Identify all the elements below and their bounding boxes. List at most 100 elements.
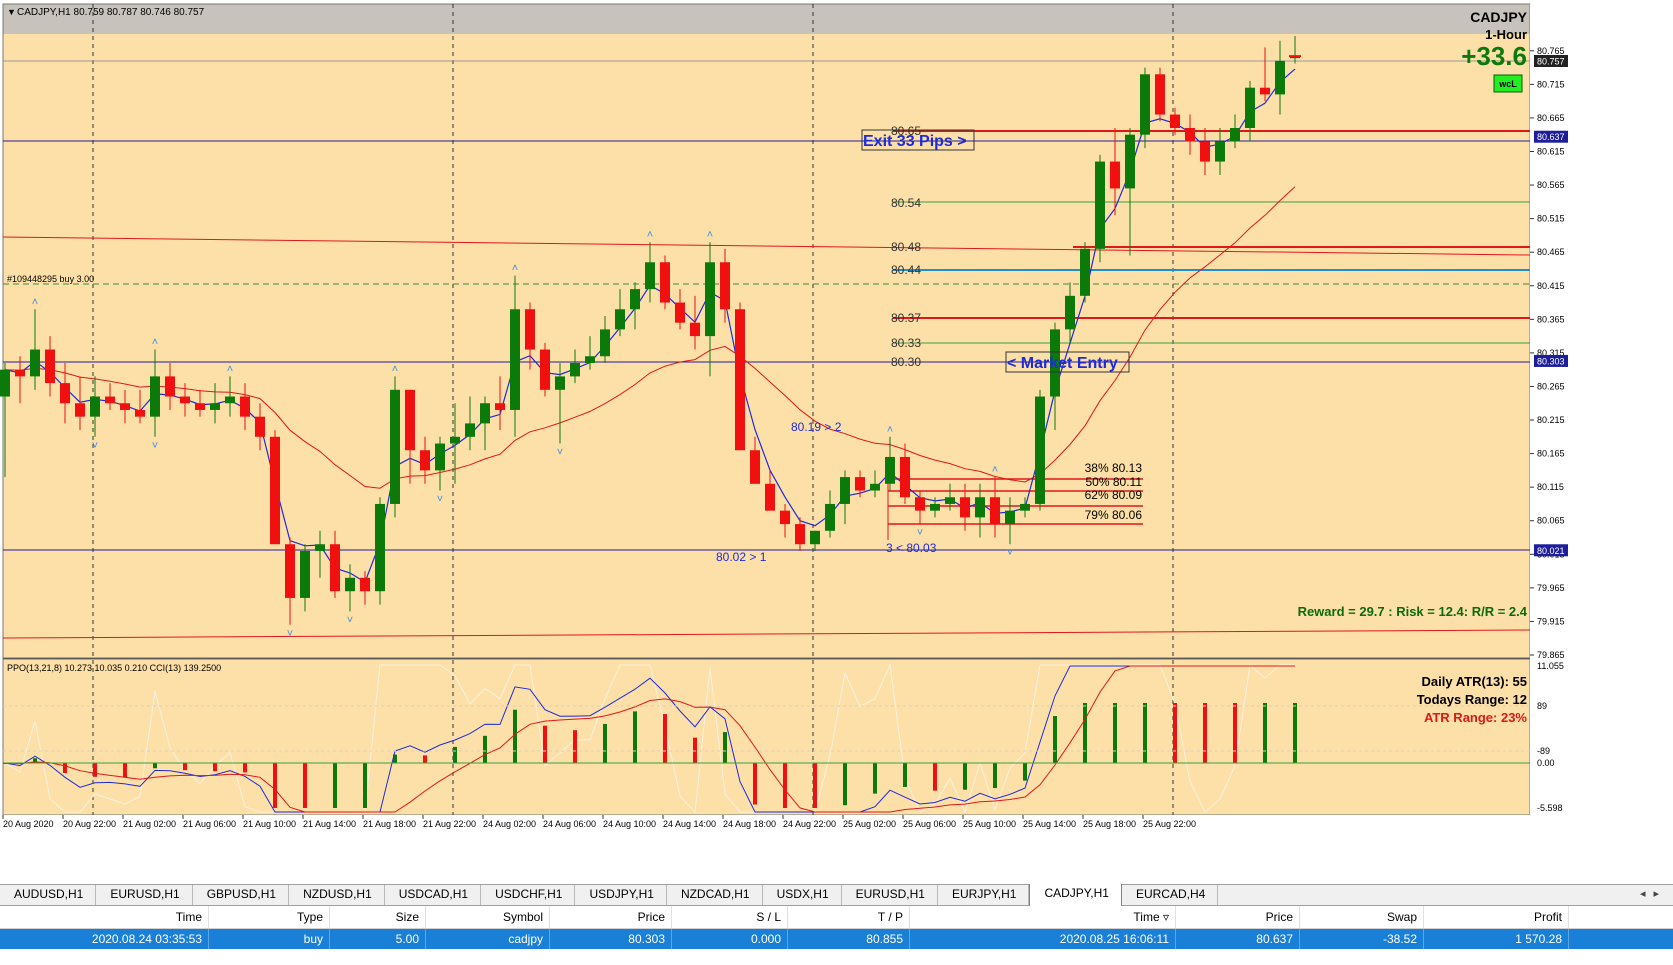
time-tick-label: 21 Aug 22:00	[423, 819, 476, 829]
chart-tab[interactable]: GBPUSD,H1	[193, 885, 290, 905]
candle-bear	[1260, 87, 1270, 95]
fractal-down-icon: ˅	[347, 614, 353, 626]
fractal-down-icon: ˅	[437, 494, 443, 506]
histogram-bar	[483, 735, 487, 763]
candle-bear	[285, 544, 295, 598]
trade-cell: 80.855	[788, 929, 910, 949]
candle-bear	[180, 396, 190, 404]
fractal-down-icon: ˅	[1007, 547, 1013, 559]
fractal-up-icon: ˄	[707, 229, 713, 241]
column-header[interactable]: S / L	[672, 906, 788, 928]
histogram-bar	[1023, 763, 1027, 781]
histogram-bar	[453, 746, 457, 763]
candle-bull	[510, 309, 520, 410]
chart-tab[interactable]: USDCAD,H1	[385, 885, 482, 905]
chart-menu-arrow-icon[interactable]: ▼	[7, 7, 16, 17]
swing-low-label: 80.02 > 1	[716, 550, 767, 564]
chart-top-band	[3, 4, 1530, 34]
price-tick-label: 79.965	[1537, 583, 1565, 593]
chart-tab[interactable]: USDCHF,H1	[481, 885, 576, 905]
chart-tab[interactable]: USDX,H1	[763, 885, 842, 905]
trade-row[interactable]: 2020.08.24 03:35:53 buy 5.00 cadjpy 80.303 0.…	[0, 929, 1673, 949]
tab-scroll-arrows-icon[interactable]: ◂▸	[1640, 887, 1667, 900]
candle-bull	[870, 483, 880, 491]
swing-low2-label: 3 < 80.03	[886, 541, 937, 555]
candle-bull	[975, 497, 985, 518]
chart-tab[interactable]: CADJPY,H1	[1029, 884, 1122, 908]
trade-cell: 0.000	[672, 929, 788, 949]
price-tick-label: 80.065	[1537, 516, 1565, 526]
candle-bear	[780, 510, 790, 525]
column-header[interactable]: Time	[0, 906, 209, 928]
candle-bear	[495, 403, 505, 410]
column-header[interactable]: Swap	[1300, 906, 1424, 928]
histogram-bar	[363, 763, 367, 808]
column-header[interactable]: Size	[330, 906, 426, 928]
histogram-bar	[1113, 703, 1117, 763]
histogram-bar	[783, 763, 787, 808]
candle-bull	[810, 530, 820, 545]
candle-bear	[1110, 161, 1120, 189]
pips-profit: +33.6	[1461, 41, 1527, 71]
candle-bear	[540, 349, 550, 390]
column-header[interactable]: T / P	[788, 906, 910, 928]
price-tag-label: 80.303	[1537, 356, 1565, 366]
candle-bull	[1140, 74, 1150, 135]
market-entry-label: < Market Entry	[1007, 355, 1118, 372]
chart-tab[interactable]: AUDUSD,H1	[0, 885, 97, 905]
column-header[interactable]: Price	[1176, 906, 1300, 928]
time-tick-label: 21 Aug 02:00	[123, 819, 176, 829]
price-tick-label: 80.765	[1537, 46, 1565, 56]
chart-tab[interactable]: NZDUSD,H1	[289, 885, 385, 905]
candle-bear	[855, 477, 865, 491]
candle-bull	[225, 396, 235, 404]
time-tick-label: 24 Aug 14:00	[663, 819, 716, 829]
candle-bull	[1215, 141, 1225, 162]
histogram-bar	[1263, 703, 1267, 763]
trade-cell: 5.00	[330, 929, 426, 949]
chart-tab[interactable]: EURUSD,H1	[842, 885, 938, 905]
chart-tab[interactable]: EURJPY,H1	[938, 885, 1030, 905]
candle-bull	[375, 503, 385, 592]
fractal-up-icon: ˄	[392, 363, 398, 375]
candle-bear	[960, 497, 970, 518]
fractal-up-icon: ˄	[887, 424, 893, 436]
fib-38-label: 38% 80.13	[1085, 461, 1143, 475]
price-label-80-54: 80.54	[891, 196, 921, 210]
histogram-bar	[243, 763, 247, 773]
histogram-bar	[723, 732, 727, 763]
candle-bear	[720, 262, 730, 310]
candle-bear	[1200, 141, 1210, 162]
column-header[interactable]: Price	[550, 906, 672, 928]
time-tick-label: 25 Aug 22:00	[1143, 819, 1196, 829]
indicator-tick-label: 11.055	[1537, 661, 1564, 671]
column-header[interactable]: Type	[209, 906, 330, 928]
candle-bear	[105, 396, 115, 404]
trade-cell: 80.303	[550, 929, 672, 949]
chart-tab[interactable]: NZDCAD,H1	[667, 885, 763, 905]
trade-terminal: Time Type Size Symbol Price S / LT / P Time ▿ P…	[0, 906, 1673, 965]
histogram-bar	[273, 763, 277, 808]
chart-tab[interactable]: EURCAD,H4	[1122, 885, 1219, 905]
histogram-bar	[1203, 703, 1207, 763]
column-header[interactable]: Time ▿	[910, 906, 1176, 928]
candle-bear	[750, 450, 760, 484]
time-tick-label: 24 Aug 06:00	[543, 819, 596, 829]
candle-bull	[210, 403, 220, 410]
column-header[interactable]: Symbol	[426, 906, 550, 928]
histogram-bar	[663, 714, 667, 763]
symbol-name: CADJPY	[1470, 9, 1527, 25]
chart-tab[interactable]: USDJPY,H1	[575, 885, 667, 905]
time-tick-label: 21 Aug 14:00	[303, 819, 356, 829]
histogram-bar	[843, 763, 847, 806]
time-tick-label: 25 Aug 02:00	[843, 819, 896, 829]
candle-bear	[240, 396, 250, 417]
column-header[interactable]: Profit	[1424, 906, 1569, 928]
candle-bear	[1170, 114, 1180, 128]
histogram-bar	[213, 763, 217, 772]
histogram-bar	[963, 763, 967, 790]
chart-tab[interactable]: EURUSD,H1	[96, 885, 193, 905]
candle-bull	[0, 369, 10, 397]
chart-area[interactable]: ˄ ˅ ˄ ˅ ˄ ˅ ˅ ˄ ˅ ˄ ˅ ˄ ˄ ˄ ˅ ˄ ˅ ▼ CADJPY,H1 80.759 80.…	[0, 0, 1673, 884]
todays-range-label: Todays Range: 12	[1417, 692, 1527, 707]
